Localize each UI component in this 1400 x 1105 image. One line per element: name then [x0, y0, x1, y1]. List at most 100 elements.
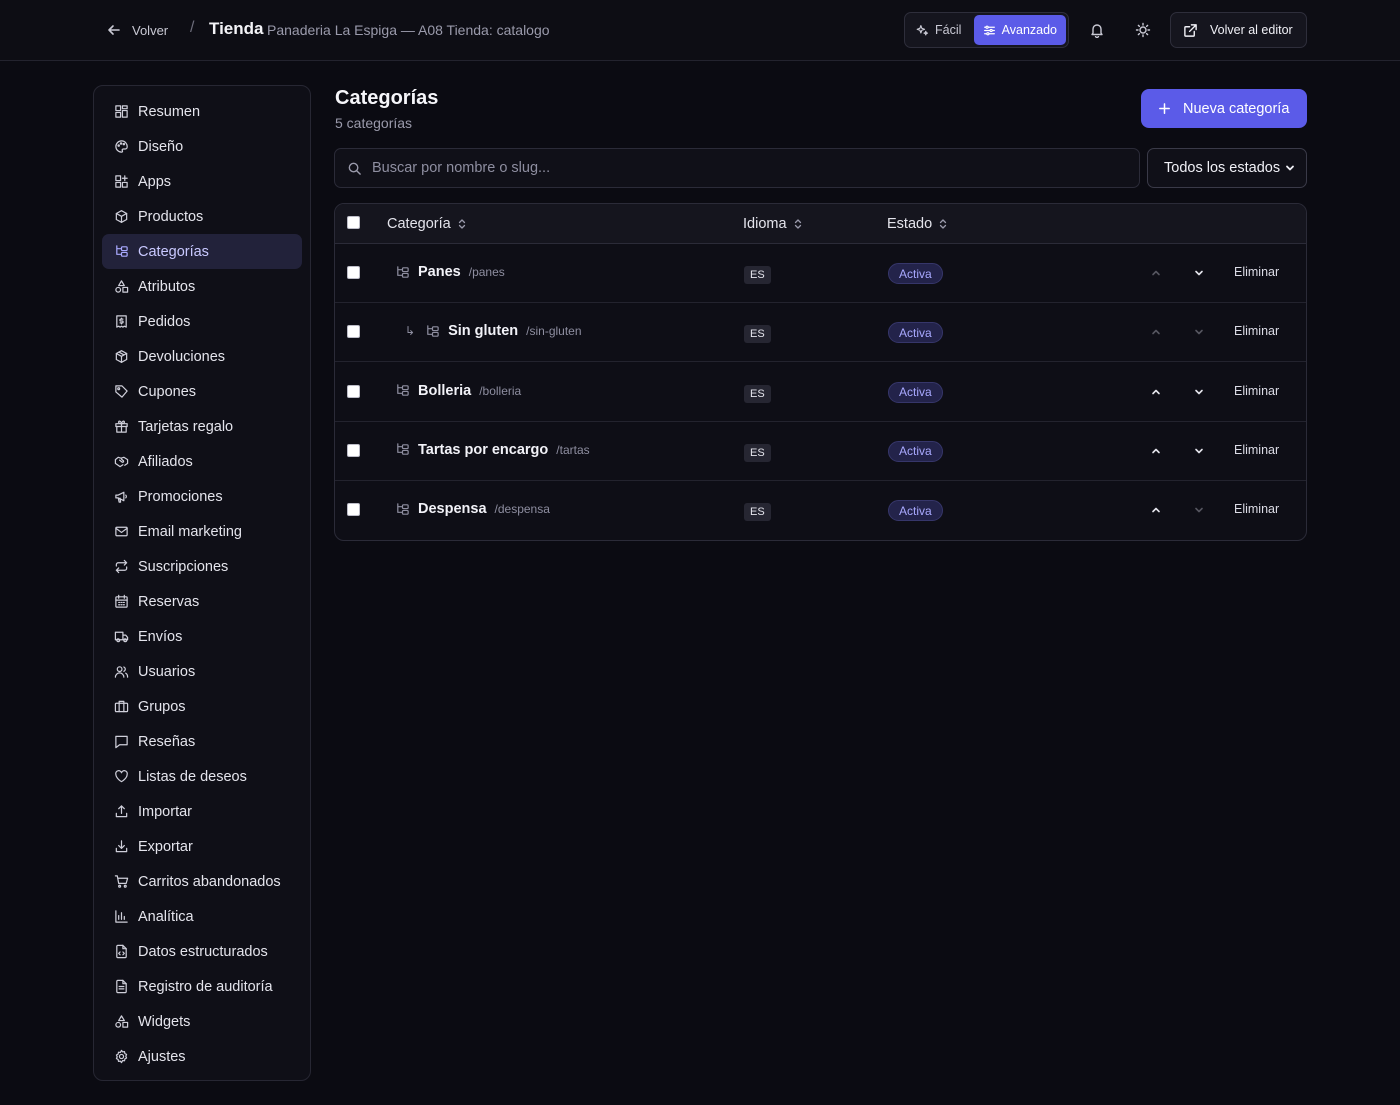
palette-icon [115, 140, 128, 153]
sidebar-item-categorias[interactable]: Categorías [102, 234, 302, 269]
sidebar-item-label: Widgets [138, 1013, 191, 1030]
sidebar-item-pedidos[interactable]: Pedidos [102, 304, 302, 339]
category-name[interactable]: Sin gluten [448, 323, 518, 339]
sidebar-item-exportar[interactable]: Exportar [102, 829, 302, 864]
sidebar-item-grupos[interactable]: Grupos [102, 689, 302, 724]
sidebar-item-diseno[interactable]: Diseño [102, 129, 302, 164]
move-up-button[interactable] [1147, 501, 1165, 519]
select-all-checkbox[interactable] [347, 216, 360, 229]
language-badge: ES [744, 384, 771, 403]
move-down-button[interactable] [1190, 383, 1208, 401]
search-box [334, 148, 1140, 188]
delete-button[interactable]: Eliminar [1234, 384, 1279, 398]
column-header-category[interactable]: Categoría [387, 216, 467, 232]
category-name[interactable]: Tartas por encargo [418, 442, 548, 458]
sidebar-item-listas-de-deseos[interactable]: Listas de deseos [102, 759, 302, 794]
tree-icon [397, 443, 409, 456]
sidebar-item-usuarios[interactable]: Usuarios [102, 654, 302, 689]
delete-button[interactable]: Eliminar [1234, 265, 1279, 279]
sidebar-item-resumen[interactable]: Resumen [102, 94, 302, 129]
sidebar-item-cupones[interactable]: Cupones [102, 374, 302, 409]
sidebar-item-tarjetas-regalo[interactable]: Tarjetas regalo [102, 409, 302, 444]
sidebar-item-carritos-abandonados[interactable]: Carritos abandonados [102, 864, 302, 899]
sidebar-item-label: Devoluciones [138, 348, 226, 365]
chevron-up-icon [1152, 389, 1160, 394]
sidebar-item-analitica[interactable]: Analítica [102, 899, 302, 934]
delete-button[interactable]: Eliminar [1234, 502, 1279, 516]
move-up-button[interactable] [1147, 383, 1165, 401]
file-list-icon [116, 979, 127, 994]
sidebar-item-label: Envíos [138, 628, 183, 645]
sidebar-item-devoluciones[interactable]: Devoluciones [102, 339, 302, 374]
sidebar-item-reservas[interactable]: Reservas [102, 584, 302, 619]
sidebar-item-atributos[interactable]: Atributos [102, 269, 302, 304]
sidebar-item-productos[interactable]: Productos [102, 199, 302, 234]
sidebar-item-registro-de-auditoria[interactable]: Registro de auditoría [102, 969, 302, 1004]
back-to-editor-button[interactable]: Volver al editor [1170, 12, 1307, 48]
move-up-button[interactable] [1147, 323, 1165, 341]
sidebar-item-label: Listas de deseos [138, 768, 247, 785]
top-bar: Volver / Tienda Panaderia La Espiga — A0… [0, 0, 1400, 61]
delete-button[interactable]: Eliminar [1234, 324, 1279, 338]
sidebar-item-apps[interactable]: Apps [102, 164, 302, 199]
sidebar-item-promociones[interactable]: Promociones [102, 479, 302, 514]
sidebar-item-datos-estructurados[interactable]: Datos estructurados [102, 934, 302, 969]
bell-icon [1091, 24, 1103, 38]
chevron-down-icon [1195, 389, 1203, 394]
row-checkbox[interactable] [347, 443, 360, 457]
delete-button[interactable]: Eliminar [1234, 443, 1279, 457]
plus-icon [1159, 103, 1170, 114]
theme-toggle-button[interactable] [1129, 16, 1157, 44]
category-name[interactable]: Bolleria [418, 383, 471, 399]
language-badge: ES [744, 503, 771, 522]
column-header-status[interactable]: Estado [887, 216, 948, 232]
column-header-language[interactable]: Idioma [743, 216, 803, 232]
search-input[interactable] [372, 160, 1127, 176]
move-down-button[interactable] [1190, 323, 1208, 341]
sidebar-item-label: Productos [138, 208, 204, 225]
sidebar-item-label: Datos estructurados [138, 943, 268, 960]
language-badge: ES [744, 266, 771, 284]
column-header-label: Categoría [387, 216, 451, 232]
chevron-down-icon [1195, 270, 1203, 276]
arrow-left-icon [108, 25, 120, 35]
chevron-up-icon [1152, 448, 1160, 454]
breadcrumb-separator: / [190, 19, 195, 36]
notifications-button[interactable] [1083, 16, 1111, 44]
sidebar-item-afiliados[interactable]: Afiliados [102, 444, 302, 479]
row-checkbox[interactable] [347, 325, 360, 339]
sidebar: Resumen Diseño Apps Productos Categorías Atri… [93, 85, 311, 1081]
new-category-button[interactable]: Nueva categoría [1141, 89, 1307, 128]
sidebar-item-widgets[interactable]: Widgets [102, 1004, 302, 1039]
status-badge: Activa [888, 440, 943, 462]
mode-easy-button[interactable]: Fácil [907, 15, 970, 45]
move-up-button[interactable] [1147, 442, 1165, 460]
row-checkbox[interactable] [347, 503, 360, 517]
package-return-icon [115, 350, 128, 363]
mode-advanced-button[interactable]: Avanzado [973, 15, 1066, 45]
sidebar-item-label: Email marketing [138, 523, 242, 540]
heart-icon [115, 770, 128, 783]
row-checkbox[interactable] [347, 384, 360, 398]
status-filter-select[interactable]: Todos los estados [1147, 148, 1307, 188]
back-button[interactable]: Volver [100, 16, 174, 44]
move-up-button[interactable] [1147, 264, 1165, 282]
sidebar-item-envios[interactable]: Envíos [102, 619, 302, 654]
category-name[interactable]: Panes [418, 264, 461, 280]
move-down-button[interactable] [1190, 442, 1208, 460]
gear-icon [115, 1049, 128, 1064]
calendar-icon [115, 594, 128, 608]
move-down-button[interactable] [1190, 501, 1208, 519]
sidebar-item-suscripciones[interactable]: Suscripciones [102, 549, 302, 584]
category-count: 5 categorías [335, 115, 413, 131]
status-badge: Activa [888, 322, 943, 344]
sidebar-item-resenas[interactable]: Reseñas [102, 724, 302, 759]
sidebar-item-importar[interactable]: Importar [102, 794, 302, 829]
sidebar-item-ajustes[interactable]: Ajustes [102, 1039, 302, 1074]
sidebar-item-email-marketing[interactable]: Email marketing [102, 514, 302, 549]
tree-icon [397, 502, 409, 515]
row-checkbox[interactable] [347, 266, 360, 279]
category-name[interactable]: Despensa [418, 501, 487, 517]
status-filter-value: Todos los estados [1164, 160, 1281, 176]
move-down-button[interactable] [1190, 264, 1208, 282]
